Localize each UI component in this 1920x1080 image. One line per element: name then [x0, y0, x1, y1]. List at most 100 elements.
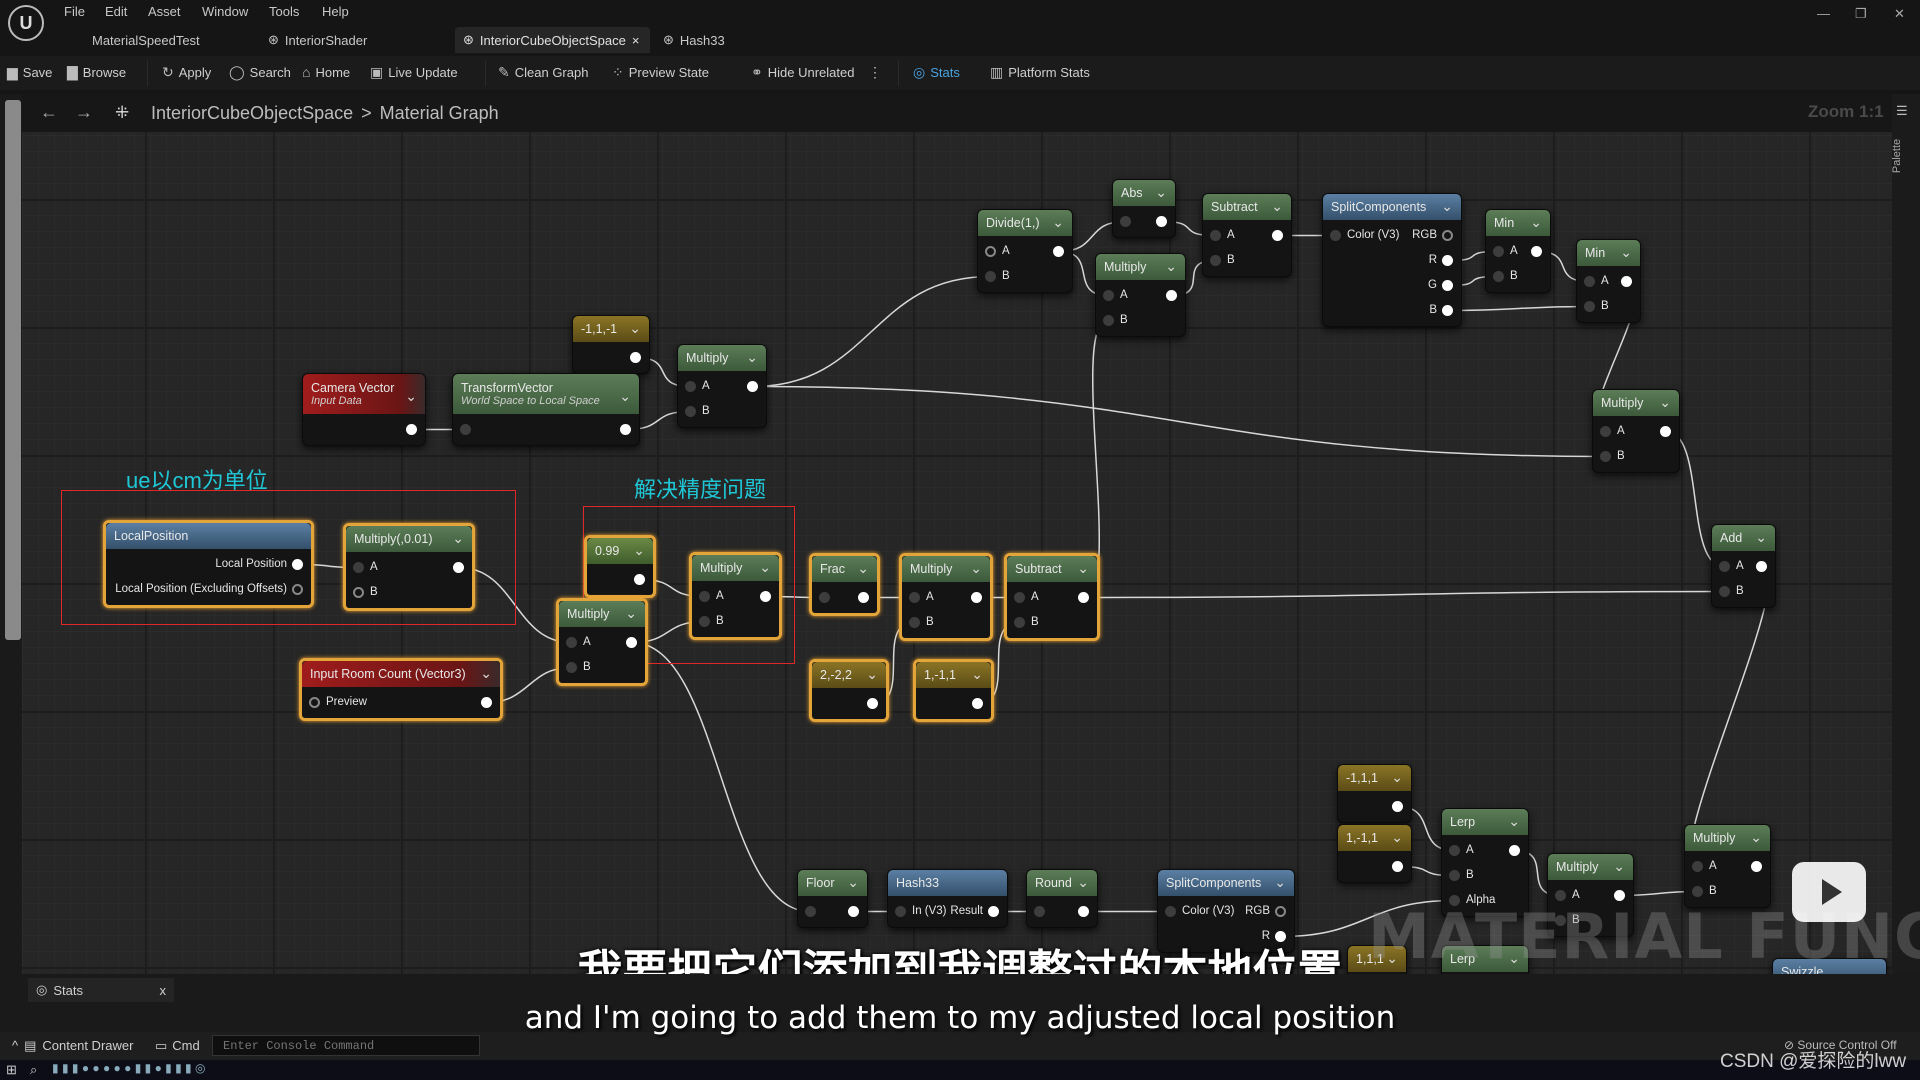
- chevron-down-icon[interactable]: ⌄: [866, 666, 878, 683]
- output-pin[interactable]: [1660, 426, 1671, 437]
- input-pin[interactable]: [895, 906, 906, 917]
- node-header[interactable]: -1,1,1 ⌄: [1338, 765, 1411, 791]
- node-min[interactable]: Min ⌄ A B: [1485, 209, 1551, 293]
- output-pin[interactable]: [292, 559, 303, 570]
- search-button[interactable]: ◯ Search: [229, 64, 291, 81]
- node-header[interactable]: 1,-1,1 ⌄: [1338, 825, 1411, 851]
- chevron-down-icon[interactable]: ⌄: [633, 542, 645, 559]
- node-header[interactable]: Multiply ⌄: [678, 345, 766, 371]
- node-1-1-1[interactable]: 1,-1,1 ⌄: [1337, 824, 1412, 883]
- forward-arrow-icon[interactable]: →: [75, 102, 93, 123]
- cmd-button[interactable]: ▭ Cmd: [155, 1038, 200, 1054]
- chevron-down-icon[interactable]: ⌄: [759, 559, 771, 576]
- input-pin[interactable]: [1210, 230, 1221, 241]
- input-pin[interactable]: [1600, 451, 1611, 462]
- node-transformvector[interactable]: TransformVector World Space to Local Spac…: [452, 373, 640, 446]
- input-pin[interactable]: [353, 587, 364, 598]
- chevron-down-icon[interactable]: ⌄: [405, 388, 417, 405]
- input-pin[interactable]: [566, 637, 577, 648]
- output-pin[interactable]: [292, 584, 303, 595]
- input-pin[interactable]: [1330, 230, 1341, 241]
- node-camera-vector[interactable]: Camera Vector Input Data ⌄: [302, 373, 426, 446]
- input-pin[interactable]: [1014, 592, 1025, 603]
- chevron-down-icon[interactable]: ⌄: [1530, 214, 1542, 231]
- output-pin[interactable]: [620, 424, 631, 435]
- node-header[interactable]: Abs ⌄: [1113, 180, 1175, 206]
- output-pin[interactable]: [626, 637, 637, 648]
- node-header[interactable]: Multiply(,0.01) ⌄: [346, 526, 472, 552]
- output-pin[interactable]: [1442, 230, 1453, 241]
- stats-button[interactable]: ◎ Stats: [913, 64, 960, 81]
- stats-tab[interactable]: ◎ Stats x: [28, 978, 174, 1002]
- chevron-down-icon[interactable]: ⌄: [1508, 813, 1520, 830]
- tab-hash33[interactable]: ⊛ Hash33: [655, 27, 733, 53]
- node-splitcomponents[interactable]: SplitComponents ⌄ Color (V3) RGB R G B: [1322, 193, 1462, 327]
- output-pin[interactable]: [1078, 906, 1089, 917]
- node-subtract[interactable]: Subtract ⌄ A B: [1004, 553, 1100, 641]
- output-pin[interactable]: [481, 697, 492, 708]
- output-pin[interactable]: [1078, 592, 1089, 603]
- node-0-99[interactable]: 0.99 ⌄: [584, 535, 656, 598]
- input-pin[interactable]: [1493, 271, 1504, 282]
- wire[interactable]: [752, 385, 1606, 458]
- chevron-down-icon[interactable]: ⌄: [1755, 529, 1767, 546]
- input-pin[interactable]: [1719, 586, 1730, 597]
- output-pin[interactable]: [1272, 230, 1283, 241]
- input-pin[interactable]: [1692, 861, 1703, 872]
- node-header[interactable]: 1,-1,1 ⌄: [916, 662, 991, 688]
- chevron-down-icon[interactable]: ⌄: [629, 320, 641, 337]
- chevron-down-icon[interactable]: ⌄: [847, 874, 859, 891]
- output-pin[interactable]: [1751, 861, 1762, 872]
- input-pin[interactable]: [1449, 870, 1460, 881]
- output-pin[interactable]: [1509, 845, 1520, 856]
- tab-material-speed-test[interactable]: MaterialSpeedTest: [84, 27, 208, 53]
- node-multiply[interactable]: Multiply ⌄ A B: [1095, 253, 1186, 337]
- apply-button[interactable]: ↻ Apply: [162, 64, 211, 81]
- node-header[interactable]: Round ⌄: [1027, 870, 1097, 896]
- chevron-down-icon[interactable]: ⌄: [1052, 214, 1064, 231]
- input-pin[interactable]: [1120, 216, 1131, 227]
- input-pin[interactable]: [699, 616, 710, 627]
- tab-interior-shader[interactable]: ⊛ InteriorShader: [260, 27, 375, 53]
- output-pin[interactable]: [1156, 216, 1167, 227]
- menu-edit[interactable]: Edit: [105, 4, 127, 19]
- output-pin[interactable]: [630, 352, 641, 363]
- input-pin[interactable]: [1034, 906, 1045, 917]
- node-multiply[interactable]: Multiply ⌄ A B: [677, 344, 767, 428]
- node-header[interactable]: Camera Vector Input Data ⌄: [303, 374, 425, 414]
- input-pin[interactable]: [685, 381, 696, 392]
- chevron-down-icon[interactable]: ⌄: [1441, 198, 1453, 215]
- search-icon[interactable]: ⌕: [30, 1062, 37, 1078]
- output-pin[interactable]: [1392, 861, 1403, 872]
- output-pin[interactable]: [971, 592, 982, 603]
- chevron-down-icon[interactable]: ⌄: [1155, 184, 1167, 201]
- node-round[interactable]: Round ⌄: [1026, 869, 1098, 928]
- node-multiply[interactable]: Multiply ⌄ A B: [899, 553, 993, 641]
- node-subtract[interactable]: Subtract ⌄ A B: [1202, 193, 1292, 277]
- output-pin[interactable]: [1756, 561, 1767, 572]
- node-frac[interactable]: Frac ⌄: [809, 553, 880, 616]
- close-window-button[interactable]: ✕: [1894, 6, 1905, 22]
- output-pin[interactable]: [760, 591, 771, 602]
- chevron-down-icon[interactable]: ⌄: [857, 560, 869, 577]
- output-pin[interactable]: [858, 592, 869, 603]
- node-header[interactable]: Multiply ⌄: [902, 556, 990, 582]
- menu-file[interactable]: File: [64, 4, 85, 19]
- input-pin[interactable]: [1600, 426, 1611, 437]
- input-pin[interactable]: [1719, 561, 1730, 572]
- palette-menu-icon[interactable]: ☰: [1896, 103, 1908, 119]
- chevron-down-icon[interactable]: ⌄: [970, 560, 982, 577]
- output-pin[interactable]: [1442, 280, 1453, 291]
- input-pin[interactable]: [909, 592, 920, 603]
- chevron-down-icon[interactable]: ⌄: [1077, 560, 1089, 577]
- minimize-button[interactable]: —: [1817, 6, 1830, 21]
- preview-state-button[interactable]: ⁘ Preview State: [612, 64, 709, 81]
- node-header[interactable]: SplitComponents ⌄: [1158, 870, 1294, 896]
- input-pin[interactable]: [805, 906, 816, 917]
- node-header[interactable]: Multiply ⌄: [1548, 854, 1633, 880]
- node-2-2-2[interactable]: 2,-2,2 ⌄: [809, 659, 889, 722]
- node-header[interactable]: Add ⌄: [1712, 525, 1775, 551]
- node-header[interactable]: Multiply ⌄: [1593, 390, 1679, 416]
- output-pin[interactable]: [1275, 906, 1286, 917]
- console-input[interactable]: [212, 1035, 480, 1056]
